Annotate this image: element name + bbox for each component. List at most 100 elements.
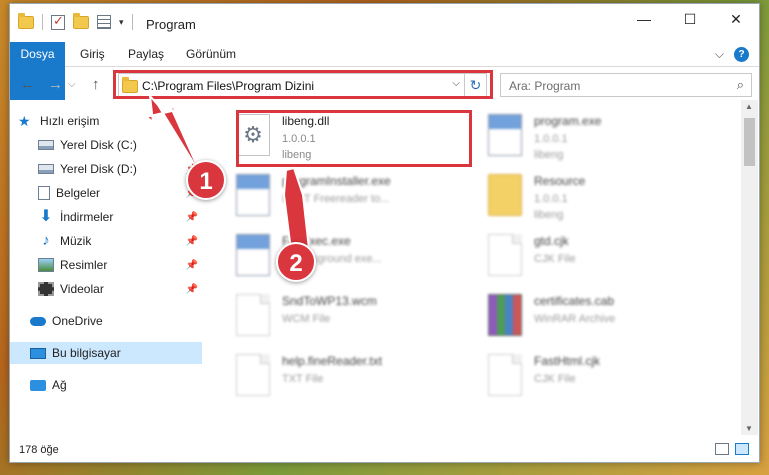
expand-ribbon-icon[interactable]: ⌵ bbox=[715, 47, 724, 62]
file-icon bbox=[488, 234, 522, 276]
details-view-icon[interactable] bbox=[715, 443, 729, 455]
sidebar-item-local-disk-d[interactable]: Yerel Disk (D:) 📌 bbox=[10, 158, 202, 180]
sidebar-item-quick-access[interactable]: ★ Hızlı erişim bbox=[10, 110, 202, 132]
sidebar-item-label: Hızlı erişim bbox=[40, 114, 100, 128]
tab-view[interactable]: Görünüm bbox=[186, 42, 236, 67]
file-name: certificates.cab bbox=[534, 294, 615, 308]
file-name: help.fineReader.txt bbox=[282, 354, 383, 368]
properties-check-icon[interactable] bbox=[51, 13, 65, 30]
sidebar-item-videos[interactable]: Videolar 📌 bbox=[10, 278, 202, 300]
file-icon bbox=[236, 354, 270, 396]
search-icon: ⌕ bbox=[736, 77, 744, 92]
sidebar-item-documents[interactable]: Belgeler 📌 bbox=[10, 182, 202, 204]
file-description: BEST Freereader to... bbox=[282, 193, 390, 205]
file-name: FastHtml.cjk bbox=[534, 354, 600, 368]
customize-dropdown-icon[interactable]: ▾ bbox=[119, 17, 124, 28]
sidebar-item-network[interactable]: Ağ bbox=[10, 374, 202, 396]
item-count: 178 öğe bbox=[19, 444, 59, 456]
file-item-program-exe[interactable]: program.exe 1.0.0.1 libeng bbox=[482, 108, 722, 166]
music-icon: ♪ bbox=[42, 232, 50, 249]
title-bar: ▾ Program — ☐ ✕ bbox=[10, 4, 759, 42]
file-name: programInstaller.exe bbox=[282, 174, 391, 188]
file-type: CJK File bbox=[534, 253, 576, 265]
search-placeholder: Ara: Program bbox=[509, 79, 581, 93]
archive-icon bbox=[488, 294, 522, 336]
file-type: WinRAR Archive bbox=[534, 313, 616, 325]
exe-icon bbox=[488, 114, 522, 156]
file-name: SndToWP13.wcm bbox=[282, 294, 377, 308]
file-version: 1.0.0.1 bbox=[534, 193, 568, 205]
ribbon-right-controls: ⌵ ? bbox=[715, 47, 749, 62]
pin-icon[interactable]: 📌 bbox=[186, 236, 198, 247]
pin-icon[interactable]: 📌 bbox=[186, 260, 198, 271]
callout-step-2: 2 bbox=[276, 242, 316, 282]
close-button[interactable]: ✕ bbox=[713, 4, 759, 34]
drive-icon bbox=[38, 140, 54, 150]
file-item-exec-exe[interactable]: FileExec.exe ... background exe... bbox=[230, 228, 470, 286]
file-item-certificates-cab[interactable]: certificates.cab WinRAR Archive bbox=[482, 288, 722, 346]
sidebar-item-label: Resimler bbox=[60, 258, 108, 272]
callout-step-1: 1 bbox=[186, 160, 226, 200]
file-version: 1.0.0.1 bbox=[534, 133, 568, 145]
sidebar-item-local-disk-c[interactable]: Yerel Disk (C:) bbox=[10, 134, 202, 156]
quick-access-toolbar: ▾ bbox=[18, 12, 133, 30]
drive-icon bbox=[38, 164, 54, 174]
file-item-resource-folder[interactable]: Resource 1.0.0.1 libeng bbox=[482, 168, 722, 226]
vertical-scrollbar[interactable]: ▲ ▼ bbox=[741, 100, 758, 435]
file-item-installer-exe[interactable]: programInstaller.exe BEST Freereader to.… bbox=[230, 168, 470, 226]
minimize-button[interactable]: — bbox=[621, 4, 667, 34]
exe-icon bbox=[236, 234, 270, 276]
scroll-thumb[interactable] bbox=[744, 118, 755, 166]
up-button[interactable]: ↑ bbox=[92, 76, 100, 93]
sidebar-item-label: Yerel Disk (D:) bbox=[60, 162, 137, 176]
tab-share[interactable]: Paylaş bbox=[128, 42, 164, 67]
file-item-fasthtml-cjk[interactable]: FastHtml.cjk CJK File bbox=[482, 348, 722, 406]
new-folder-icon[interactable] bbox=[73, 12, 89, 29]
sidebar-item-downloads[interactable]: ⬇ İndirmeler 📌 bbox=[10, 206, 202, 228]
sidebar-item-label: Belgeler bbox=[56, 186, 101, 200]
scroll-down-icon[interactable]: ▼ bbox=[745, 424, 753, 433]
maximize-button[interactable]: ☐ bbox=[667, 4, 713, 34]
downloads-icon: ⬇ bbox=[39, 208, 53, 225]
search-input[interactable]: Ara: Program ⌕ bbox=[500, 73, 752, 97]
window-title: Program bbox=[146, 17, 196, 32]
sidebar-item-label: İndirmeler bbox=[60, 210, 114, 224]
file-item-gtd-cjk[interactable]: gtd.cjk CJK File bbox=[482, 228, 722, 286]
sidebar-item-pictures[interactable]: Resimler 📌 bbox=[10, 254, 202, 276]
file-item-wcm[interactable]: SndToWP13.wcm WCM File bbox=[230, 288, 470, 346]
star-icon: ★ bbox=[18, 113, 31, 129]
cloud-icon bbox=[30, 316, 46, 326]
network-icon bbox=[30, 379, 46, 391]
forward-button[interactable]: → bbox=[48, 76, 63, 93]
file-highlight-box bbox=[236, 110, 472, 167]
folder-icon bbox=[488, 174, 522, 216]
back-button[interactable]: ← bbox=[20, 76, 35, 93]
file-icon bbox=[236, 294, 270, 336]
file-name: gtd.cjk bbox=[534, 234, 569, 248]
address-highlight-box bbox=[113, 70, 493, 99]
navigation-bar: ← → ⌵ ↑ C:\Program Files\Program Dizini … bbox=[10, 68, 759, 100]
scroll-up-icon[interactable]: ▲ bbox=[745, 102, 753, 111]
pictures-icon bbox=[38, 258, 54, 272]
sidebar-item-this-pc[interactable]: Bu bilgisayar bbox=[10, 342, 202, 364]
pin-icon[interactable]: 📌 bbox=[186, 212, 198, 223]
pin-icon[interactable]: 📌 bbox=[186, 284, 198, 295]
file-type: TXT File bbox=[282, 373, 324, 385]
help-icon[interactable]: ? bbox=[734, 47, 749, 62]
file-item-help-txt[interactable]: help.fineReader.txt TXT File bbox=[230, 348, 470, 406]
ribbon-tabs: Dosya Giriş Paylaş Görünüm ⌵ ? bbox=[10, 42, 759, 100]
tiles-view-icon[interactable] bbox=[735, 443, 749, 455]
customize-icon[interactable] bbox=[97, 15, 111, 29]
recent-dropdown-icon[interactable]: ⌵ bbox=[68, 79, 76, 90]
computer-icon bbox=[30, 347, 46, 359]
sidebar-item-music[interactable]: ♪ Müzik 📌 bbox=[10, 230, 202, 252]
tab-home[interactable]: Giriş bbox=[80, 42, 105, 67]
separator bbox=[131, 14, 133, 30]
sidebar-item-onedrive[interactable]: OneDrive bbox=[10, 310, 202, 332]
sidebar-item-label: Bu bilgisayar bbox=[52, 346, 121, 360]
sidebar-item-label: OneDrive bbox=[52, 314, 103, 328]
documents-icon bbox=[38, 186, 50, 200]
sidebar-item-label: Yerel Disk (C:) bbox=[60, 138, 137, 152]
sidebar-item-label: Müzik bbox=[60, 234, 92, 248]
status-bar: 178 öğe bbox=[10, 438, 759, 462]
